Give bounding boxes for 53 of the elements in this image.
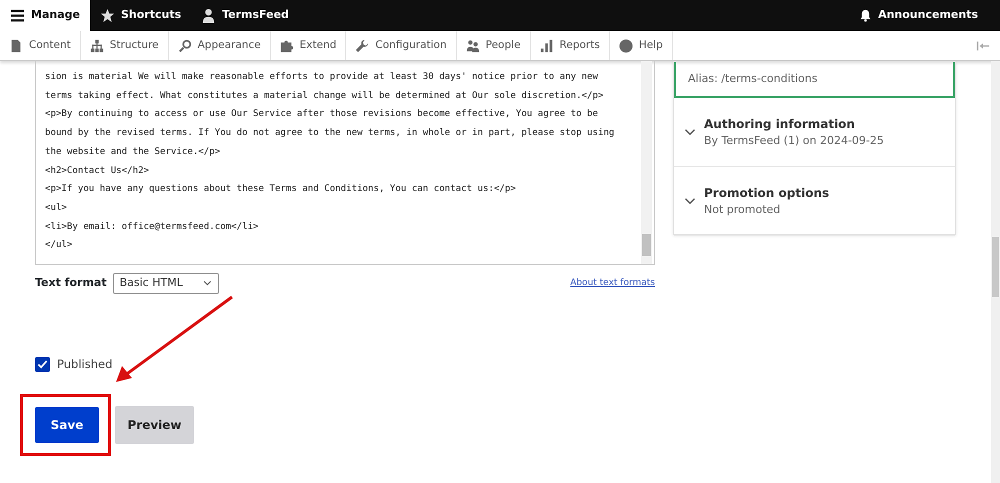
people-icon xyxy=(466,38,480,52)
code-line: <ul> xyxy=(45,202,68,215)
magnifier-icon xyxy=(178,38,192,52)
toolbar-tab[interactable]: Manage xyxy=(0,0,90,31)
section-summary: Not promoted xyxy=(704,202,782,218)
person-icon xyxy=(201,8,216,23)
menu-item[interactable]: Appearance xyxy=(168,31,271,60)
checkbox-label: Published xyxy=(57,356,112,372)
puzzle-icon xyxy=(280,38,294,52)
sidebar-section[interactable]: Alias: /terms-conditions xyxy=(674,62,955,98)
save-button[interactable]: Save xyxy=(35,406,99,443)
code-line: <li>By email: office@termsfeed.com</li> xyxy=(45,220,260,234)
section-summary: By TermsFeed (1) on 2024-09-25 xyxy=(704,132,884,149)
field-label: Text format xyxy=(35,275,107,291)
menu-item[interactable]: Extend xyxy=(270,31,346,60)
menu-item[interactable]: Help xyxy=(610,31,673,60)
announcements-button[interactable]: Announcements xyxy=(849,0,1000,31)
collapse-icon xyxy=(976,38,990,52)
menu-item[interactable]: People xyxy=(456,31,531,60)
help-link[interactable]: About text formats xyxy=(570,276,655,290)
sidebar-section[interactable]: Promotion options Not promoted xyxy=(674,167,955,236)
checkbox[interactable] xyxy=(35,356,50,372)
section-title: Promotion options xyxy=(704,184,830,202)
star-icon xyxy=(100,8,115,23)
code-line: <p>If you have any questions about these Terms and Conditions, You can contact us:</p> xyxy=(45,183,517,196)
code-line: <p>By continuing to access or use Our Service after those revisions become effective, You agree to be xyxy=(45,108,599,122)
checkmark-icon xyxy=(37,358,48,370)
section-summary: Alias: /terms-conditions xyxy=(688,70,818,87)
menu-item[interactable]: Configuration xyxy=(346,31,457,60)
format-select[interactable]: Basic HTML xyxy=(112,273,219,294)
code-line: sion is material We will make reasonable efforts to provide at least 30 days' notice prior to any new xyxy=(45,71,599,84)
menu-item[interactable]: Structure xyxy=(80,31,169,60)
menu-item[interactable]: Content xyxy=(0,31,81,60)
code-line: the website and the Service.</p> xyxy=(45,146,222,159)
code-editor[interactable] xyxy=(35,61,655,265)
toolbar-tab[interactable]: Shortcuts xyxy=(90,0,192,31)
hierarchy-icon xyxy=(90,38,104,52)
section-title: Authoring information xyxy=(704,116,856,133)
menu-icon xyxy=(10,8,25,23)
preview-button[interactable]: Preview xyxy=(115,406,194,444)
toolbar-tab[interactable]: TermsFeed xyxy=(191,0,299,31)
bar-chart-icon xyxy=(540,38,554,52)
sidebar-section[interactable]: Authoring information By TermsFeed (1) on 2024-09-25 xyxy=(674,98,955,167)
bell-icon xyxy=(859,9,872,22)
code-line: <h2>Contact Us</h2> xyxy=(45,164,150,178)
scrollbar[interactable] xyxy=(641,61,652,264)
code-line: terms taking effect. What constitutes a material change will be determined at Our sole discretion.</p> xyxy=(45,90,604,103)
code-line: bound by the revised terms. If You do not agree to the new terms, in whole or in part, please stop using xyxy=(45,127,616,140)
document-icon xyxy=(9,38,23,52)
page-scrollbar[interactable] xyxy=(991,61,1000,483)
code-line: </ul> xyxy=(45,239,74,252)
wrench-icon xyxy=(355,38,370,52)
menu-item[interactable]: Reports xyxy=(530,31,610,60)
